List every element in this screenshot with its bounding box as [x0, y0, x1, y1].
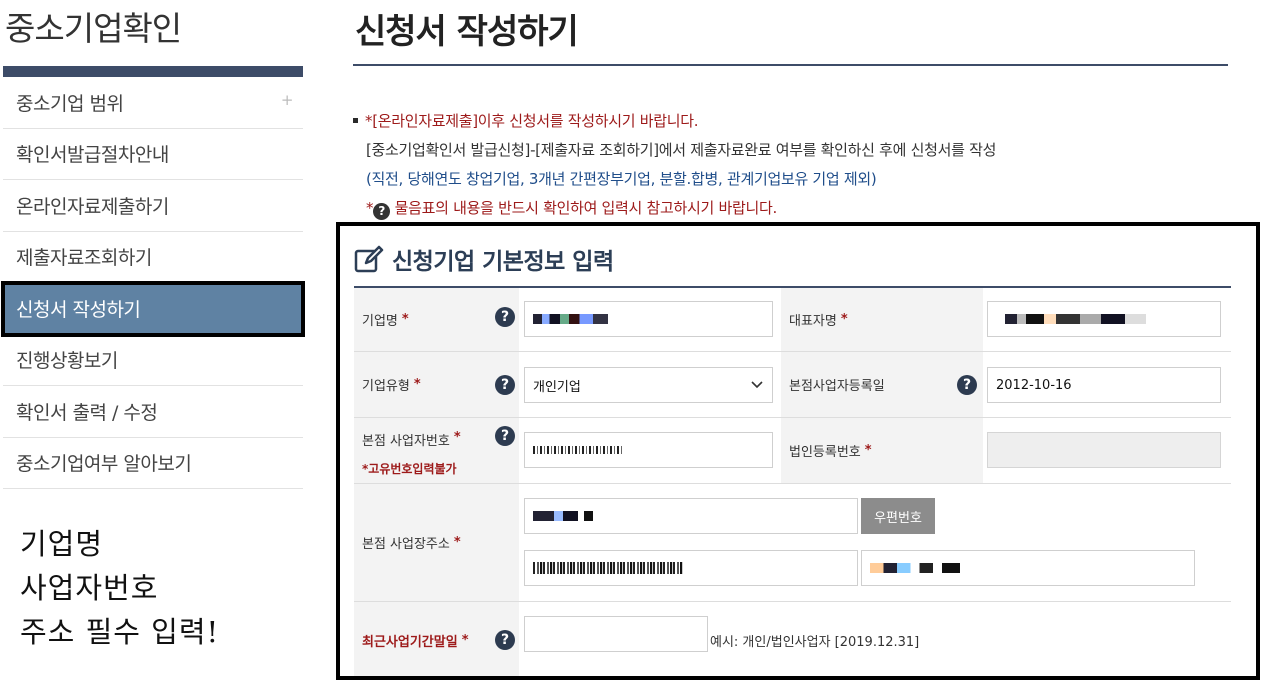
- sidebar-item-write-application[interactable]: 신청서 작성하기: [1, 281, 305, 337]
- hq-reg-date-label: 본점사업자등록일: [781, 352, 983, 417]
- sidebar-item-label: 진행상황보기: [16, 350, 118, 373]
- corp-regno-label: 법인등록번호 *: [781, 418, 983, 483]
- address-input[interactable]: [524, 550, 858, 586]
- notice-line: (직전, 당해연도 창업기업, 3개년 간편장부기업, 분할.합병, 관계기업보…: [366, 170, 877, 188]
- last-fiscal-date-input[interactable]: [524, 616, 708, 652]
- zipcode-input[interactable]: [524, 498, 858, 534]
- redacted-value: [533, 511, 593, 521]
- hq-bizno-input[interactable]: [524, 432, 773, 468]
- hq-bizno-subnote: *고유번호입력불가: [362, 462, 457, 476]
- last-fiscal-date-hint: 예시: 개인/법인사업자 [2019.12.31]: [710, 635, 920, 650]
- redacted-value: [996, 314, 1146, 324]
- sidebar-divider: [3, 66, 303, 77]
- company-name-label: 기업명 *: [354, 288, 519, 351]
- hq-reg-date-input[interactable]: 2012-10-16: [987, 367, 1221, 403]
- help-icon[interactable]: ?: [495, 630, 515, 650]
- edit-icon: [354, 245, 384, 273]
- help-icon[interactable]: ?: [495, 307, 515, 327]
- form-row: 기업유형 * ? 개인기업 본점사업자등록일 ? 2012-10-16: [354, 352, 1231, 418]
- form-grid: 기업명 * ? 대표자명 * 기업유형 * ? 개인기업 본점사업자등록일 ? …: [354, 286, 1231, 676]
- bullet-icon: [353, 117, 358, 123]
- annotation-line: 사업자번호: [20, 571, 159, 605]
- form-row: 본점 사업장주소 * 우편번호: [354, 484, 1231, 602]
- form-row: 기업명 * ? 대표자명 *: [354, 288, 1231, 352]
- annotation-line: 기업명: [20, 527, 104, 561]
- zipcode-button[interactable]: 우편번호: [861, 498, 935, 534]
- sidebar-item-sme-range[interactable]: 중소기업 범위 +: [3, 77, 303, 129]
- company-type-select[interactable]: 개인기업: [524, 367, 773, 403]
- redacted-value: [533, 314, 608, 324]
- handwritten-annotation: 기업명 사업자번호 주소 필수 입력!: [20, 522, 219, 654]
- sidebar-item-issue-procedure[interactable]: 확인서발급절차안내: [3, 129, 303, 180]
- chevron-down-icon: [751, 381, 763, 389]
- basic-info-form: 신청기업 기본정보 입력 기업명 * ? 대표자명 * 기업유형 * ? 개인기…: [336, 222, 1260, 680]
- help-icon[interactable]: ?: [495, 375, 515, 395]
- corp-regno-input[interactable]: [987, 432, 1221, 468]
- page-title: 신청서 작성하기: [355, 12, 579, 52]
- redacted-value: [533, 562, 683, 574]
- sidebar-item-submitted-lookup[interactable]: 제출자료조회하기: [3, 232, 303, 283]
- ceo-name-label: 대표자명 *: [781, 288, 983, 351]
- sidebar-item-label: 온라인자료제출하기: [16, 195, 169, 218]
- notice-line: [중소기업확인서 발급신청]-[제출자료 조회하기]에서 제출자료완료 여부를 …: [366, 141, 997, 159]
- sidebar-item-label: 중소기업 범위: [16, 92, 124, 115]
- sidebar-item-label: 중소기업여부 알아보기: [16, 453, 192, 476]
- plus-icon[interactable]: +: [281, 91, 294, 109]
- ceo-name-input[interactable]: [987, 301, 1221, 337]
- annotation-line: 주소 필수 입력!: [20, 615, 220, 649]
- sidebar-item-label: 제출자료조회하기: [16, 247, 152, 270]
- hq-address-label: 본점 사업장주소 *: [354, 484, 519, 601]
- sidebar-item-print-edit[interactable]: 확인서 출력 / 수정: [3, 386, 303, 438]
- help-icon[interactable]: ?: [495, 426, 515, 446]
- help-icon[interactable]: ?: [957, 375, 977, 395]
- notice-block: *[온라인자료제출]이후 신청서를 작성하시기 바랍니다. [중소기업확인서 발…: [351, 107, 996, 223]
- question-icon: ?: [373, 203, 391, 220]
- form-heading: 신청기업 기본정보 입력: [354, 242, 614, 276]
- sidebar-item-label: 신청서 작성하기: [16, 298, 141, 321]
- sidebar-item-label: 확인서발급절차안내: [16, 144, 169, 167]
- sidebar-item-progress[interactable]: 진행상황보기: [3, 335, 303, 386]
- sidebar-title: 중소기업확인: [5, 9, 182, 48]
- redacted-value: [533, 446, 623, 454]
- title-divider: [353, 64, 1228, 66]
- sidebar-item-online-submit[interactable]: 온라인자료제출하기: [3, 180, 303, 232]
- sidebar-item-label: 확인서 출력 / 수정: [16, 401, 158, 424]
- notice-line: *[온라인자료제출]이후 신청서를 작성하시기 바랍니다.: [351, 107, 996, 136]
- notice-line: *? 물음표의 내용을 반드시 확인하여 입력시 참고하시기 바랍니다.: [366, 199, 777, 220]
- form-row: 본점 사업자번호 * *고유번호입력불가 ? 법인등록번호 *: [354, 418, 1231, 484]
- redacted-value: [870, 563, 960, 573]
- address-detail-input[interactable]: [861, 550, 1195, 586]
- company-name-input[interactable]: [524, 301, 773, 337]
- sidebar-item-sme-check[interactable]: 중소기업여부 알아보기: [3, 438, 303, 489]
- sidebar-menu: 중소기업 범위 + 확인서발급절차안내 온라인자료제출하기 제출자료조회하기 신…: [1, 77, 305, 489]
- form-row: 최근사업기간말일 * ? 예시: 개인/법인사업자 [2019.12.31]: [354, 602, 1231, 676]
